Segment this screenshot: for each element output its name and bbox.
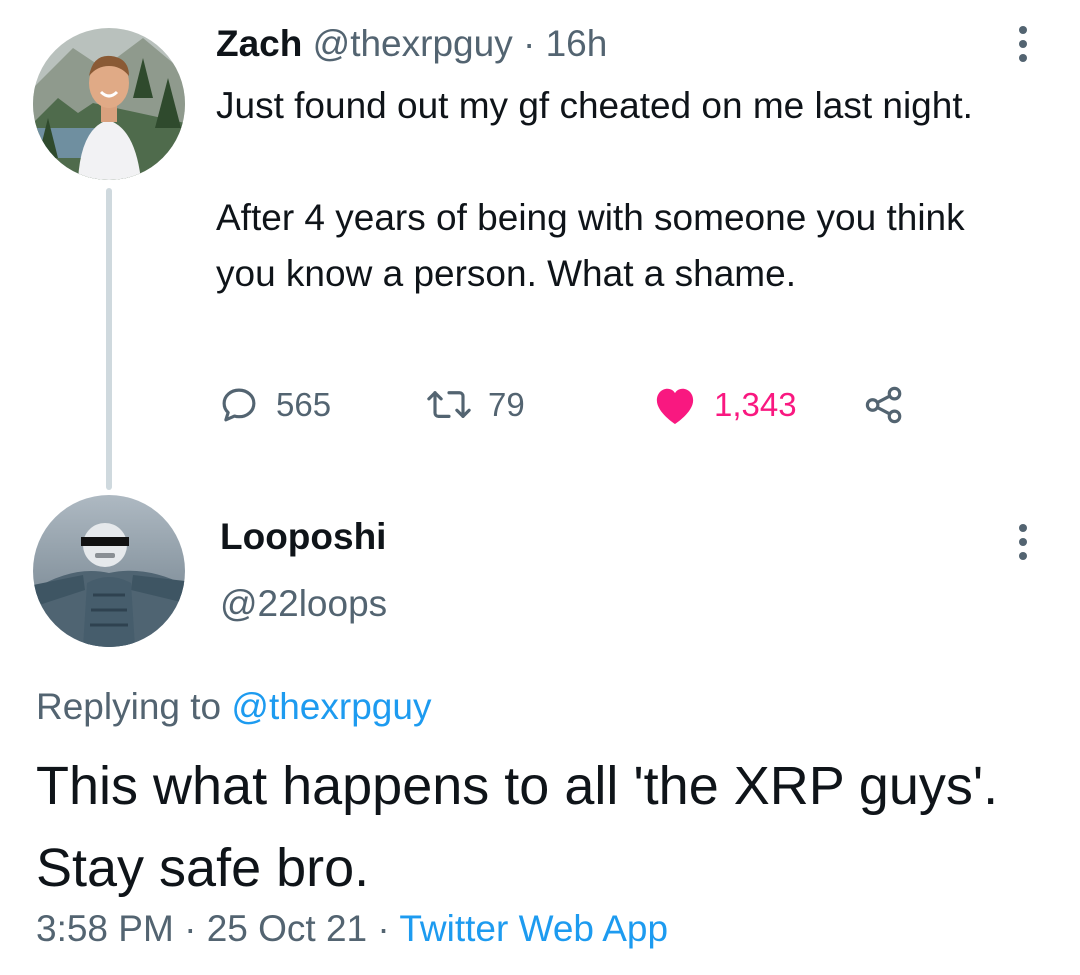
more-vertical-icon[interactable] xyxy=(1016,522,1030,562)
reply-date[interactable]: 25 Oct 21 xyxy=(207,908,367,949)
like-count: 1,343 xyxy=(714,386,797,423)
reply-button[interactable]: 565 xyxy=(218,380,331,430)
share-icon xyxy=(865,386,902,424)
author-avatar[interactable] xyxy=(33,28,185,180)
replying-to-label: Replying to xyxy=(36,686,222,727)
reply-tweet: Looposhi @22loops Replying to @thexrpguy… xyxy=(0,480,1080,975)
tweet-header: Zach @thexrpguy · 16h xyxy=(216,22,607,66)
author-handle[interactable]: @thexrpguy xyxy=(313,23,513,64)
header-separator: · xyxy=(522,23,536,64)
reply-time[interactable]: 3:58 PM xyxy=(36,908,174,949)
reply-text: This what happens to all 'the XRP guys'.… xyxy=(36,756,999,898)
footer-separator: · xyxy=(377,908,390,949)
reply-author-handle[interactable]: @22loops xyxy=(220,580,387,628)
reply-author-name[interactable]: Looposhi xyxy=(220,513,386,561)
retweet-button[interactable]: 79 xyxy=(426,380,525,430)
author-name[interactable]: Zach xyxy=(216,23,302,64)
reply-author-avatar[interactable] xyxy=(33,495,185,647)
reply-footer: 3:58 PM · 25 Oct 21 · Twitter Web App xyxy=(36,905,668,953)
like-button[interactable]: 1,343 xyxy=(652,380,797,430)
more-vertical-icon[interactable] xyxy=(1016,24,1030,64)
reply-count: 565 xyxy=(276,386,332,423)
retweet-icon xyxy=(427,391,471,418)
original-tweet: Zach @thexrpguy · 16h Just found out my … xyxy=(0,0,1080,490)
heart-icon xyxy=(656,388,694,425)
thread-connector-line xyxy=(106,188,112,490)
retweet-count: 79 xyxy=(488,386,525,423)
reply-icon xyxy=(222,388,256,422)
footer-separator: · xyxy=(184,908,197,949)
replying-to-line: Replying to @thexrpguy xyxy=(36,683,431,731)
tweet-text: Just found out my gf cheated on me last … xyxy=(216,78,1016,302)
reply-source-app[interactable]: Twitter Web App xyxy=(399,908,668,949)
share-button[interactable] xyxy=(862,380,906,430)
tweet-text-paragraph-2: After 4 years of being with someone you … xyxy=(216,197,965,294)
tweet-timestamp[interactable]: 16h xyxy=(546,23,608,64)
tweet-actions: 565 79 1,343 xyxy=(218,380,918,430)
replying-to-mention[interactable]: @thexrpguy xyxy=(231,686,431,727)
tweet-text-paragraph-1: Just found out my gf cheated on me last … xyxy=(216,85,973,126)
